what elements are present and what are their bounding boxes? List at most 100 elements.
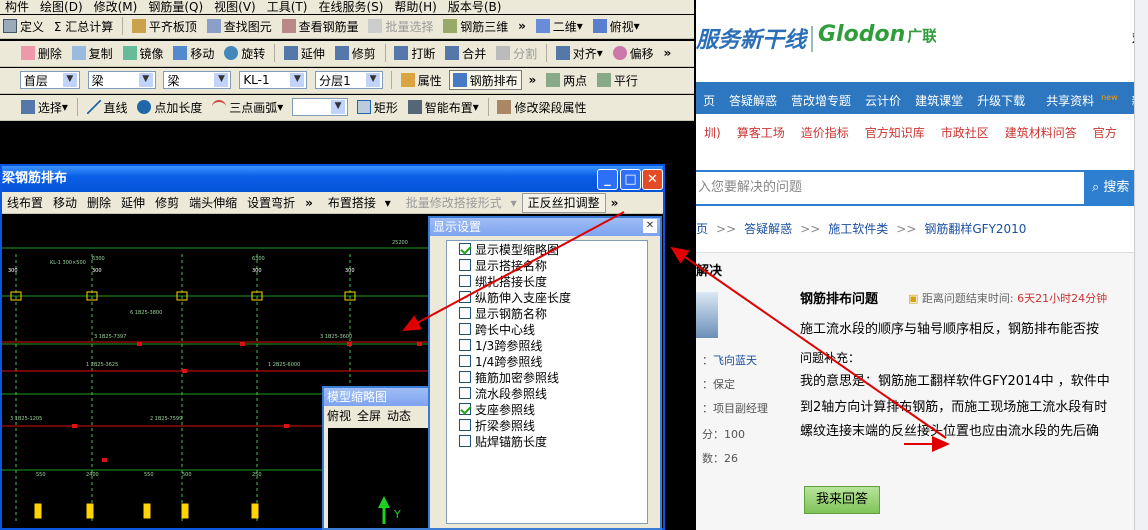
display-option-9[interactable]: 流水段参照线 xyxy=(447,385,647,401)
flat-slab-button[interactable]: 平齐板顶 xyxy=(129,15,200,37)
menu-tools[interactable]: 工具(T) xyxy=(262,1,314,14)
checkbox[interactable] xyxy=(459,291,471,303)
merge-button[interactable]: 合并 xyxy=(442,42,489,64)
toolbar-grip[interactable] xyxy=(0,42,14,64)
rebar-3d-button[interactable]: 钢筋三维 xyxy=(440,15,511,37)
rotate-button[interactable]: 旋转 xyxy=(221,42,268,64)
nav-vat[interactable]: 营改增专题 xyxy=(784,85,858,114)
checkbox[interactable] xyxy=(459,435,471,447)
subnav-1[interactable]: 算客工场 xyxy=(729,120,793,146)
rectangle-button[interactable]: 矩形 xyxy=(354,96,401,118)
dynamic-view-button[interactable]: 动态 xyxy=(384,409,414,423)
thumbnail-canvas[interactable]: Y xyxy=(328,428,432,528)
line-layout-button[interactable]: 线布置 xyxy=(2,192,48,213)
display-option-8[interactable]: 箍筋加密参照线 xyxy=(447,369,647,385)
type-select[interactable]: 梁 ▼ xyxy=(163,71,232,89)
nav-download[interactable]: 升级下载 xyxy=(970,85,1032,114)
menu-modify[interactable]: 修改(M) xyxy=(89,1,144,14)
answer-button[interactable]: 我来回答 xyxy=(804,486,880,514)
end-stretch-button[interactable]: 端头伸缩 xyxy=(184,192,242,213)
toolbar-grip[interactable] xyxy=(0,69,14,91)
category-select[interactable]: 梁 ▼ xyxy=(87,71,156,89)
delete-button[interactable]: 删除 xyxy=(18,42,65,64)
dialog-trim-button[interactable]: 修剪 xyxy=(150,192,184,213)
fullscreen-button[interactable]: 全屏 xyxy=(354,409,384,423)
subnav-6[interactable]: 官方 xyxy=(1085,120,1125,146)
checkbox[interactable] xyxy=(459,307,471,319)
display-option-4[interactable]: 显示钢筋名称 xyxy=(447,305,647,321)
brand-logo[interactable]: Glodon广联达 xyxy=(818,22,936,52)
crumb-0[interactable]: 页 xyxy=(696,222,708,236)
checkbox[interactable] xyxy=(459,339,471,351)
smart-layout-dropdown[interactable]: 智能布置 ▾ xyxy=(405,96,482,118)
set-bend-button[interactable]: 设置弯折 xyxy=(242,192,300,213)
checkbox[interactable] xyxy=(459,387,471,399)
display-option-1[interactable]: 显示搭接名称 xyxy=(447,257,647,273)
toolbar-overflow-chevron[interactable]: » xyxy=(515,15,529,37)
display-option-3[interactable]: 纵筋伸入支座长度 xyxy=(447,289,647,305)
offset-button[interactable]: 偏移 xyxy=(610,42,657,64)
move-button[interactable]: 移动 xyxy=(170,42,217,64)
top-view-button[interactable]: 俯视 xyxy=(324,409,354,423)
crumb-1[interactable]: 答疑解惑 xyxy=(744,222,792,236)
mirror-button[interactable]: 镜像 xyxy=(120,42,167,64)
site-logo-service[interactable]: 服务新干线 xyxy=(696,22,806,54)
display-option-5[interactable]: 跨长中心线 xyxy=(447,321,647,337)
checkbox[interactable] xyxy=(459,355,471,367)
dialog-toolbar-chevron[interactable]: » xyxy=(300,192,318,213)
thread-adjust-button[interactable]: 正反丝扣调整 xyxy=(521,193,606,213)
find-element-button[interactable]: 查找图元 xyxy=(204,15,275,37)
display-option-6[interactable]: 1/3跨参照线 xyxy=(447,337,647,353)
menu-draw[interactable]: 绘图(D) xyxy=(35,1,89,14)
dialog-delete-button[interactable]: 删除 xyxy=(82,192,116,213)
subnav-0[interactable]: 圳) xyxy=(696,120,729,146)
define-button[interactable]: 定义 xyxy=(0,15,47,37)
two-points-button[interactable]: 两点 xyxy=(543,69,590,91)
display-option-11[interactable]: 折梁参照线 xyxy=(447,417,647,433)
display-option-10[interactable]: 支座参照线 xyxy=(447,401,647,417)
floor-select[interactable]: 首层 ▼ xyxy=(19,71,80,89)
toolbar-overflow-chevron[interactable]: » xyxy=(660,42,674,64)
checkbox[interactable] xyxy=(459,243,471,255)
view-2d-dropdown[interactable]: 二维 ▾ xyxy=(533,15,586,37)
nav-qa[interactable]: 答疑解惑 xyxy=(722,85,784,114)
subnav-5[interactable]: 建筑材料问答 xyxy=(997,120,1085,146)
display-option-12[interactable]: 贴焊锚筋长度 xyxy=(447,433,647,449)
view-mode-dropdown[interactable]: 俯视 ▾ xyxy=(590,15,643,37)
menu-online[interactable]: 在线服务(S) xyxy=(313,1,389,14)
nav-share[interactable]: 共享资料 new xyxy=(1032,82,1125,114)
subnav-4[interactable]: 市政社区 xyxy=(933,120,997,146)
menu-rebar-qty[interactable]: 钢筋量(Q) xyxy=(143,1,209,14)
menu-component[interactable]: 构件 xyxy=(0,1,35,14)
maximize-button[interactable]: □ xyxy=(620,169,641,190)
modify-span-button[interactable]: 修改梁段属性 xyxy=(494,96,589,118)
checkbox[interactable] xyxy=(459,403,471,415)
align-dropdown[interactable]: 对齐 ▾ xyxy=(553,42,606,64)
display-option-0[interactable]: 显示模型缩略图 xyxy=(447,241,647,257)
crumb-2[interactable]: 施工软件类 xyxy=(828,222,888,236)
batch-lap-button[interactable]: 批量修改搭接形式 ▾ xyxy=(396,192,522,213)
nav-cloud-pricing[interactable]: 云计价 xyxy=(858,85,908,114)
menu-version[interactable]: 版本号(B) xyxy=(443,1,508,14)
dialog-move-button[interactable]: 移动 xyxy=(48,192,82,213)
parallel-button[interactable]: 平行 xyxy=(594,69,641,91)
point-length-button[interactable]: 点加长度 xyxy=(134,96,205,118)
nav-classroom[interactable]: 建筑课堂 xyxy=(908,85,970,114)
display-option-7[interactable]: 1/4跨参照线 xyxy=(447,353,647,369)
menu-help[interactable]: 帮助(H) xyxy=(389,1,442,14)
layer-select[interactable]: 分层1 ▼ xyxy=(315,71,384,89)
dialog-extend-button[interactable]: 延伸 xyxy=(116,192,150,213)
copy-button[interactable]: 复制 xyxy=(69,42,116,64)
view-rebar-button[interactable]: 查看钢筋量 xyxy=(279,15,362,37)
menu-view[interactable]: 视图(V) xyxy=(209,1,262,14)
minimize-button[interactable]: _ xyxy=(597,169,618,190)
split-button[interactable]: 分割 xyxy=(493,42,540,64)
avatar[interactable] xyxy=(696,292,718,338)
username-link[interactable]: 飞向蓝天 xyxy=(713,354,757,367)
page-scrollbar[interactable] xyxy=(1134,0,1148,530)
crumb-3[interactable]: 钢筋翻样GFY2010 xyxy=(924,222,1026,236)
display-option-2[interactable]: 绑扎搭接长度 xyxy=(447,273,647,289)
break-button[interactable]: 打断 xyxy=(391,42,438,64)
close-icon[interactable]: ✕ xyxy=(643,219,657,233)
checkbox[interactable] xyxy=(459,275,471,287)
